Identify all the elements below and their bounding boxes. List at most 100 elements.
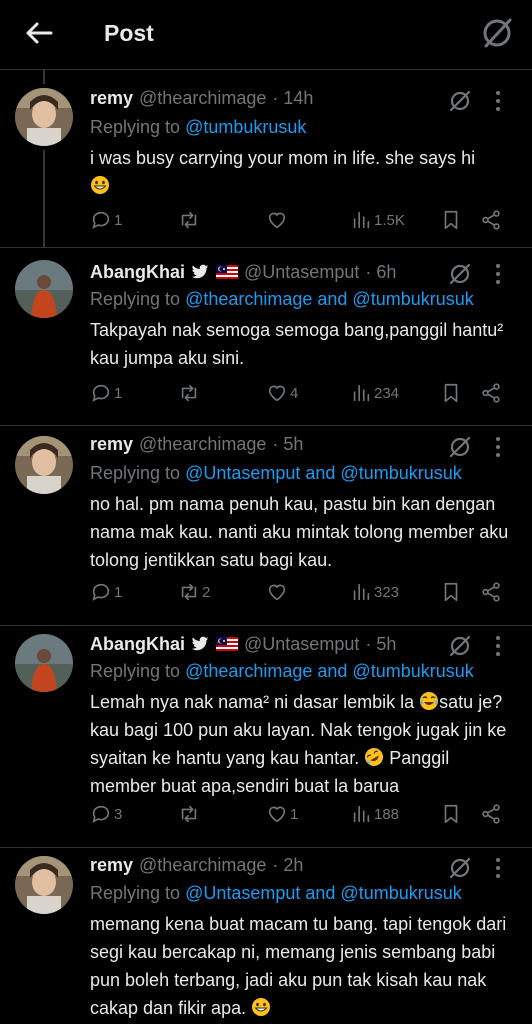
tears-of-joy-emoji — [420, 692, 439, 710]
tweet-header: AbangKhai @Untasemput · 6h — [90, 260, 396, 284]
more-icon[interactable] — [488, 89, 508, 113]
share-icon — [482, 582, 500, 602]
share-icon — [482, 210, 500, 230]
timestamp[interactable]: · 5h — [272, 434, 303, 455]
bookmark-button[interactable] — [440, 208, 462, 232]
mention-link[interactable]: @tumbukrusuk — [185, 117, 306, 137]
share-button[interactable] — [480, 208, 502, 232]
more-icon[interactable] — [488, 435, 508, 459]
grok-icon[interactable] — [448, 856, 472, 880]
mention-link[interactable]: @thearchimage and @tumbukrusuk — [185, 661, 474, 681]
views-icon — [353, 583, 370, 601]
heart-icon — [268, 584, 286, 601]
mention-link[interactable]: @Untasemput and @tumbukrusuk — [185, 883, 462, 903]
reply-button[interactable]: 1 — [90, 580, 122, 604]
user-handle[interactable]: @Untasemput — [244, 634, 359, 655]
grok-icon[interactable] — [480, 16, 514, 50]
more-icon[interactable] — [488, 262, 508, 286]
grok-icon[interactable] — [448, 89, 472, 113]
display-name[interactable]: remy — [90, 88, 133, 109]
like-button[interactable] — [266, 580, 290, 604]
tweet[interactable]: AbangKhai @Untasemput · 6h Replying to @… — [0, 248, 532, 426]
replying-to: Replying to @thearchimage and @tumbukrus… — [90, 289, 474, 309]
retweet-button[interactable] — [178, 381, 202, 405]
tweet[interactable]: remy @thearchimage · 2h Replying to @Unt… — [0, 848, 532, 1024]
share-button[interactable] — [480, 580, 502, 604]
mention-link[interactable]: @Untasemput and @tumbukrusuk — [185, 463, 462, 483]
display-name[interactable]: remy — [90, 855, 133, 876]
tweet-header: remy @thearchimage · 14h — [90, 86, 313, 110]
timestamp[interactable]: · 14h — [272, 88, 313, 109]
tweet-text: memang kena buat macam tu bang. tapi ten… — [90, 914, 507, 1018]
user-handle[interactable]: @thearchimage — [139, 88, 266, 109]
twitter-bird-icon — [191, 636, 209, 651]
views-button[interactable]: 188 — [350, 802, 399, 826]
tweet-text: no hal. pm nama penuh kau, pastu bin kan… — [90, 494, 509, 570]
share-button[interactable] — [480, 802, 502, 826]
bookmark-button[interactable] — [440, 802, 462, 826]
arrow-left-icon — [26, 22, 53, 44]
views-icon — [353, 211, 370, 229]
user-handle[interactable]: @Untasemput — [244, 262, 359, 283]
grok-icon[interactable] — [448, 435, 472, 459]
bookmark-button[interactable] — [440, 580, 462, 604]
bookmark-button[interactable] — [440, 381, 462, 405]
bookmark-icon — [444, 383, 458, 403]
more-icon[interactable] — [488, 856, 508, 880]
bookmark-icon — [444, 210, 458, 230]
reply-button[interactable]: 1 — [90, 381, 122, 405]
bookmark-icon — [444, 582, 458, 602]
timestamp[interactable]: · 5h — [365, 634, 396, 655]
tweet[interactable]: AbangKhai @Untasemput · 5h Replying to @… — [0, 626, 532, 848]
tweet-text: i was busy carrying your mom in life. sh… — [90, 144, 520, 200]
user-handle[interactable]: @thearchimage — [139, 434, 266, 455]
retweet-icon — [181, 805, 197, 823]
timestamp[interactable]: · 2h — [272, 855, 303, 876]
retweet-button[interactable] — [178, 208, 202, 232]
more-icon[interactable] — [488, 634, 508, 658]
like-button[interactable]: 4 — [266, 381, 298, 405]
views-button[interactable]: 1.5K — [350, 208, 405, 232]
page-title: Post — [104, 20, 154, 46]
user-handle[interactable]: @thearchimage — [139, 855, 266, 876]
timestamp[interactable]: · 6h — [365, 262, 396, 283]
reply-button[interactable]: 3 — [90, 802, 122, 826]
thread-connector — [43, 150, 45, 248]
avatar[interactable] — [15, 260, 73, 318]
like-button[interactable] — [266, 208, 290, 232]
display-name[interactable]: AbangKhai — [90, 634, 185, 655]
mention-link[interactable]: @thearchimage and @tumbukrusuk — [185, 289, 474, 309]
avatar[interactable] — [15, 88, 73, 146]
malaysia-flag-icon — [216, 265, 239, 279]
views-button[interactable]: 234 — [350, 381, 399, 405]
avatar[interactable] — [15, 634, 73, 692]
grok-icon[interactable] — [448, 634, 472, 658]
retweet-button[interactable] — [178, 802, 202, 826]
avatar-remy-image — [15, 436, 73, 494]
avatar-remy-image — [15, 856, 73, 914]
tweet-actions: 3 1 188 — [90, 802, 510, 826]
avatar[interactable] — [15, 856, 73, 914]
reply-icon — [92, 583, 110, 601]
retweet-icon — [181, 384, 197, 402]
share-icon — [482, 804, 500, 824]
grok-icon[interactable] — [448, 262, 472, 286]
reply-icon — [92, 211, 110, 229]
tweet[interactable]: remy @thearchimage · 5h Replying to @Unt… — [0, 426, 532, 626]
display-name[interactable]: remy — [90, 434, 133, 455]
tweet[interactable]: remy @thearchimage · 14h Replying to @tu… — [0, 84, 532, 248]
twitter-bird-icon — [191, 264, 209, 279]
retweet-button[interactable]: 2 — [178, 580, 210, 604]
avatar-remy-image — [15, 88, 73, 146]
display-name[interactable]: AbangKhai — [90, 262, 185, 283]
share-button[interactable] — [480, 381, 502, 405]
retweet-icon — [181, 583, 197, 601]
reply-icon — [92, 384, 110, 402]
tweet-text: Lemah nya nak nama² ni dasar lembik la s… — [90, 692, 507, 796]
like-button[interactable]: 1 — [266, 802, 298, 826]
views-button[interactable]: 323 — [350, 580, 399, 604]
back-button[interactable] — [22, 18, 56, 48]
reply-button[interactable]: 1 — [90, 208, 122, 232]
avatar[interactable] — [15, 436, 73, 494]
bookmark-icon — [444, 804, 458, 824]
